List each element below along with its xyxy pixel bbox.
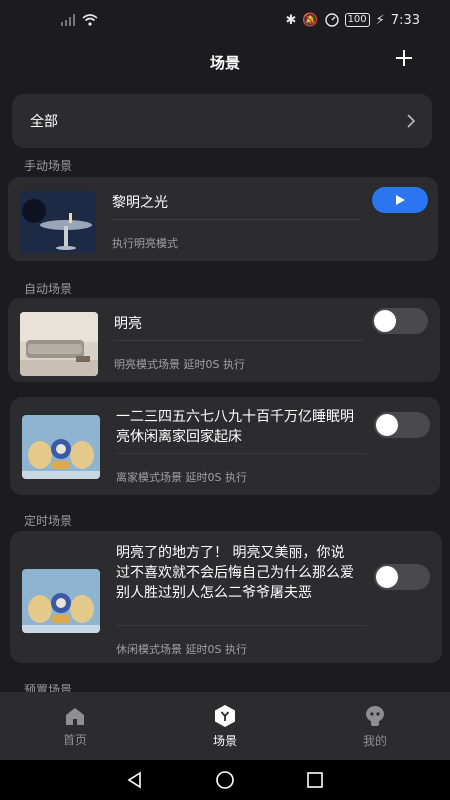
- section-auto-title: 自动场景: [24, 282, 73, 296]
- tab-profile[interactable]: 我的: [300, 692, 450, 760]
- play-button[interactable]: [372, 187, 428, 213]
- charging-icon: ⚡: [375, 12, 385, 28]
- all-scenes-label: 全部: [30, 114, 58, 130]
- scene-card-auto-2[interactable]: 一二三四五六七八九十百千万亿睡眠明亮休闲离家回家起床 离家模式场景 延时0S 执…: [10, 397, 440, 495]
- bottom-tab-bar: 首页 场景 我的: [0, 692, 450, 760]
- toggle-knob: [376, 566, 398, 588]
- play-icon: [396, 195, 405, 205]
- scene-thumbnail: [22, 415, 100, 479]
- scene-card-auto-1[interactable]: 明亮 明亮模式场景 延时0S 执行: [8, 298, 440, 382]
- divider: [116, 625, 366, 626]
- battery-indicator: 100: [344, 13, 370, 27]
- home-icon: [66, 707, 84, 725]
- all-scenes-row[interactable]: 全部: [12, 94, 432, 148]
- divider: [116, 453, 366, 454]
- section-timed-title: 定时场景: [24, 514, 73, 528]
- header: 场景: [0, 40, 450, 84]
- page-title: 场景: [209, 53, 240, 72]
- divider: [112, 219, 362, 220]
- profile-icon: [366, 705, 384, 726]
- status-right: ✱ 🔕 100 ⚡ 7:33: [285, 13, 420, 28]
- wifi-icon: [82, 14, 98, 26]
- status-left: [60, 14, 98, 26]
- scene-title: 明亮: [114, 316, 142, 332]
- scene-icon: [215, 704, 235, 727]
- scene-title: 一二三四五六七八九十百千万亿睡眠明亮休闲离家回家起床: [116, 409, 354, 445]
- scene-toggle[interactable]: [374, 564, 430, 590]
- tab-label: 我的: [362, 733, 387, 748]
- scene-title: 黎明之光: [112, 195, 168, 211]
- scene-subtitle: 离家模式场景 延时0S 执行: [116, 471, 247, 484]
- scene-card-manual-1[interactable]: 黎明之光 执行明亮模式: [8, 177, 438, 261]
- system-nav-bar: [0, 760, 450, 800]
- section-manual-title: 手动场景: [24, 159, 73, 173]
- tab-label: 场景: [212, 733, 237, 748]
- tab-scene[interactable]: 场景: [150, 692, 300, 760]
- scene-thumbnail: [22, 569, 100, 633]
- bluetooth-icon: ✱: [285, 12, 297, 28]
- toggle-knob: [374, 310, 396, 332]
- scene-toggle[interactable]: [374, 412, 430, 438]
- scene-toggle[interactable]: [372, 308, 428, 334]
- scene-subtitle: 明亮模式场景 延时0S 执行: [114, 358, 245, 371]
- add-scene-button[interactable]: [392, 46, 416, 70]
- mute-icon: 🔕: [302, 12, 319, 28]
- scene-subtitle: 休闲模式场景 延时0S 执行: [116, 643, 247, 656]
- tab-home[interactable]: 首页: [0, 692, 150, 760]
- status-time: 7:33: [390, 12, 420, 28]
- status-bar: ✱ 🔕 100 ⚡ 7:33: [0, 0, 450, 40]
- scene-thumbnail: [20, 191, 96, 253]
- chevron-right-icon: [407, 114, 416, 128]
- toggle-knob: [376, 414, 398, 436]
- scene-title: 明亮了的地方了！ 明亮又美丽，你说过不喜欢就不会后悔自己为什么那么爱别人胜过别人…: [116, 545, 354, 601]
- back-icon[interactable]: [125, 770, 145, 790]
- scene-subtitle: 执行明亮模式: [112, 237, 178, 250]
- signal-icon: [61, 14, 75, 26]
- recents-icon[interactable]: [305, 770, 325, 790]
- speed-icon: [324, 13, 339, 27]
- tab-label: 首页: [62, 732, 87, 747]
- divider: [114, 340, 364, 341]
- scene-thumbnail: [20, 312, 98, 376]
- scene-card-timed-1[interactable]: 明亮了的地方了！ 明亮又美丽，你说过不喜欢就不会后悔自己为什么那么爱别人胜过别人…: [10, 531, 442, 663]
- home-circle-icon[interactable]: [215, 770, 235, 790]
